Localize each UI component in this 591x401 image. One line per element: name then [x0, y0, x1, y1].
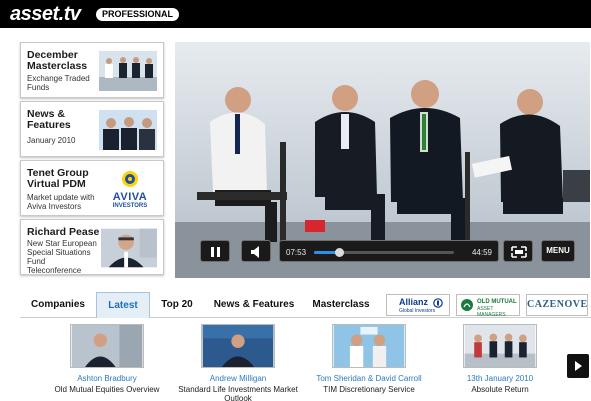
card-subtitle: New Star European Special Situations Fun… [27, 239, 97, 275]
video-item-tom-sheridan[interactable]: Tom Sheridan & David Carroll TIM Discret… [304, 322, 434, 398]
video-item-andrew-milligan[interactable]: Andrew Milligan Standard Life Investment… [173, 322, 303, 401]
video-title[interactable]: Ashton Bradbury [42, 374, 172, 383]
video-item-absolute-return[interactable]: 13th January 2010 Absolute Return [435, 322, 565, 398]
card-december-masterclass[interactable]: December Masterclass Exchange Traded Fun… [20, 42, 164, 98]
video-title[interactable]: Tom Sheridan & David Carroll [304, 374, 434, 383]
old-mutual-subtext: ASSET MANAGERS [477, 306, 506, 318]
asset-tv-page: asset.tv PROFESSIONAL December Mastercla… [0, 0, 591, 401]
video-title[interactable]: Andrew Milligan [173, 374, 303, 383]
tab-companies[interactable]: Companies [22, 292, 94, 318]
video-description: Old Mutual Equities Overview [54, 385, 160, 394]
sponsor-old-mutual[interactable]: OLD MUTUAL ASSET MANAGERS [456, 294, 520, 318]
seek-track[interactable] [314, 248, 454, 257]
video-description: TIM Discretionary Service [323, 385, 415, 394]
tab-top-20[interactable]: Top 20 [154, 292, 200, 318]
video-player[interactable]: 07:53 44:59 MENU [175, 42, 590, 278]
card-subtitle: Market update with Aviva Investors [27, 193, 95, 211]
duration-time: 44:59 [471, 248, 492, 257]
logo-text: asset.tv [10, 3, 81, 25]
professional-badge: PROFESSIONAL [96, 8, 180, 21]
fullscreen-icon [511, 246, 527, 258]
card-subtitle: Exchange Traded Funds [27, 74, 90, 92]
volume-icon [251, 246, 259, 258]
seek-handle[interactable] [334, 248, 344, 257]
card-richard-pease[interactable]: Richard Pease New Star European Special … [20, 219, 164, 275]
video-description: Standard Life Investments Market Outlook [178, 385, 298, 401]
card-title: Richard Pease [27, 226, 100, 238]
card-tenet-group[interactable]: Tenet Group Virtual PDM Market update wi… [20, 160, 164, 216]
card-thumbnail [101, 228, 157, 268]
next-videos-button[interactable] [567, 354, 589, 378]
tab-latest[interactable]: Latest [96, 292, 150, 318]
elapsed-time: 07:53 [286, 248, 307, 257]
video-thumbnail [332, 324, 406, 368]
video-description: Absolute Return [471, 385, 529, 394]
pause-button[interactable] [200, 240, 230, 262]
sponsor-cazenove[interactable]: CAZENOVE [526, 294, 588, 316]
card-title: December Masterclass [27, 49, 88, 72]
old-mutual-icon [461, 299, 473, 311]
card-news-features[interactable]: News & Features January 2010 [20, 101, 164, 157]
video-thumbnail [463, 324, 537, 368]
tab-masterclass[interactable]: Masterclass [306, 292, 376, 318]
old-mutual-text: OLD MUTUAL [477, 299, 517, 305]
pause-icon [211, 247, 220, 257]
asset-tv-logo[interactable]: asset.tv [10, 3, 81, 26]
tab-bar: Companies Latest Top 20 News & Features … [20, 292, 591, 318]
card-title: News & Features [27, 108, 71, 131]
video-thumbnail [70, 324, 144, 368]
seek-bar[interactable]: 07:53 44:59 [279, 240, 499, 262]
fullscreen-button[interactable] [503, 240, 533, 262]
video-item-ashton-bradbury[interactable]: Ashton Bradbury Old Mutual Equities Over… [42, 322, 172, 398]
top-bar: asset.tv PROFESSIONAL [0, 0, 591, 28]
video-thumbnail [201, 324, 275, 368]
tab-news-features[interactable]: News & Features [204, 292, 304, 318]
card-subtitle: January 2010 [27, 136, 76, 145]
allianz-logo-text: Allianz [399, 297, 429, 307]
video-title[interactable]: 13th January 2010 [435, 374, 565, 383]
volume-button[interactable] [241, 240, 271, 262]
chevron-right-icon [575, 361, 582, 371]
allianz-eagle-icon [433, 298, 443, 308]
card-title: Tenet Group Virtual PDM [27, 167, 89, 190]
aviva-logo: AVIVA INVESTORS [112, 191, 148, 209]
menu-button[interactable]: MENU [541, 240, 575, 262]
sponsor-allianz[interactable]: Allianz Global Investors [386, 294, 450, 316]
card-thumbnail [99, 110, 157, 150]
card-thumbnail [99, 51, 157, 91]
allianz-subtext: Global Investors [399, 308, 436, 314]
aviva-swirl-icon [122, 171, 138, 187]
